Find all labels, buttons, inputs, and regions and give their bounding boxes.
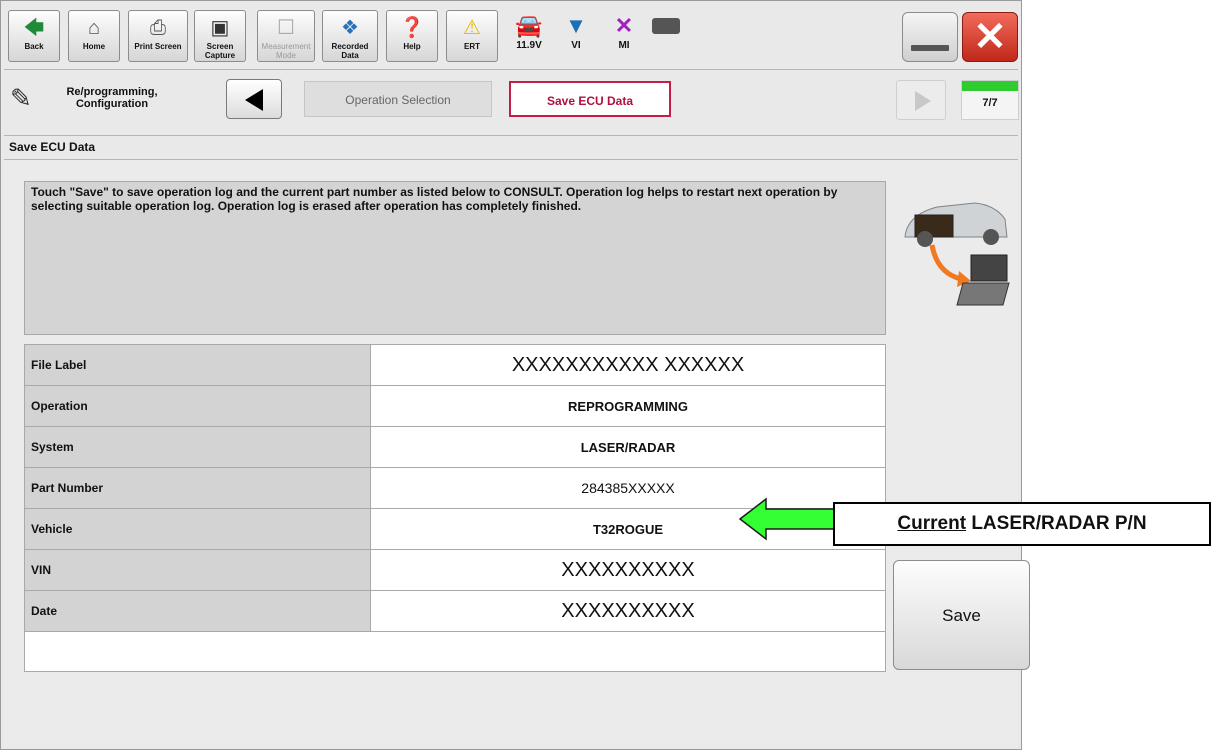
close-button[interactable]: ✕ [962, 12, 1018, 62]
help-button[interactable]: ❓ Help [386, 10, 438, 62]
file-label-value: XXXXXXXXXXX XXXXXX [370, 344, 886, 386]
row-label: System [24, 426, 371, 468]
step-operation-selection: Operation Selection [304, 81, 492, 117]
empty-cell [24, 631, 886, 672]
reprogramming-icon: ✎ [10, 83, 32, 113]
table-row: File Label XXXXXXXXXXX XXXXXX [24, 344, 886, 386]
table-row: Operation REPROGRAMMING [24, 385, 886, 427]
main-content: Touch "Save" to save operation log and t… [4, 159, 1018, 747]
next-step-button[interactable] [896, 80, 946, 120]
minimize-button[interactable] [902, 12, 958, 62]
annotation-text: LASER/RADAR P/N [966, 513, 1147, 534]
row-label: File Label [24, 344, 371, 386]
help-icon: ❓ [399, 17, 425, 39]
measurement-mode-button[interactable]: ☐ Measurement Mode [257, 10, 315, 62]
ert-button[interactable]: ⚠ ERT [446, 10, 498, 62]
progress-fill [962, 81, 1018, 91]
save-button[interactable]: Save [893, 560, 1030, 670]
home-button[interactable]: ⌂ Home [68, 10, 120, 62]
operation-value: REPROGRAMMING [370, 385, 886, 427]
left-arrow-icon [245, 89, 263, 111]
printer-icon: ⎙ [150, 17, 166, 39]
minimize-icon [911, 45, 949, 51]
row-label: Part Number [24, 467, 371, 509]
vi-status: ▼ VI [554, 12, 598, 51]
home-icon: ⌂ [87, 17, 101, 39]
breadcrumb: ✎ Re/programming, Configuration Operatio… [4, 69, 1019, 125]
row-label: Operation [24, 385, 371, 427]
recorded-data-button[interactable]: ❖ Recorded Data [322, 10, 378, 62]
table-row-empty [24, 631, 886, 672]
step-save-ecu-data: Save ECU Data [509, 81, 671, 117]
row-label: Date [24, 590, 371, 632]
page-title: Save ECU Data [4, 135, 1018, 157]
row-label: VIN [24, 549, 371, 591]
annotation-callout: Current LASER/RADAR P/N [833, 502, 1211, 546]
screen-capture-button[interactable]: ▣ Screen Capture [194, 10, 246, 62]
car-icon: 🚘 [515, 13, 543, 38]
battery-voltage-status: 🚘 11.9V [504, 12, 554, 51]
system-value: LASER/RADAR [370, 426, 886, 468]
back-button[interactable]: 🡄 Back [8, 10, 60, 62]
meter-icon: ☐ [277, 17, 295, 39]
consult-window: 🡄 Back ⌂ Home ⎙ Print Screen ▣ Screen Ca… [0, 0, 1022, 750]
instruction-message: Touch "Save" to save operation log and t… [24, 181, 886, 335]
row-label: Vehicle [24, 508, 371, 550]
annotation-arrow-icon [738, 497, 835, 541]
vin-value: XXXXXXXXXX [370, 549, 886, 591]
mi-status: ✕ MI [602, 12, 646, 51]
camera-icon: ▣ [210, 17, 230, 39]
vi-antenna-icon: ▼ [565, 13, 587, 38]
mode-label: Re/programming, Configuration [66, 86, 158, 110]
step-progress: 7/7 [961, 80, 1019, 120]
print-screen-button[interactable]: ⎙ Print Screen [128, 10, 188, 62]
table-row: Date XXXXXXXXXX [24, 590, 886, 632]
recorded-data-icon: ❖ [341, 17, 359, 39]
annotation-emphasis: Current [897, 513, 967, 534]
mi-disconnected-icon: ✕ [614, 13, 634, 38]
toolbar: 🡄 Back ⌂ Home ⎙ Print Screen ▣ Screen Ca… [4, 4, 1018, 68]
back-arrow-icon: 🡄 [23, 17, 45, 39]
previous-step-button[interactable] [226, 79, 282, 119]
device-icon [652, 18, 680, 34]
warning-icon: ⚠ [463, 17, 481, 39]
date-value: XXXXXXXXXX [370, 590, 886, 632]
right-arrow-icon [915, 91, 931, 111]
table-row: System LASER/RADAR [24, 426, 886, 468]
table-row: VIN XXXXXXXXXX [24, 549, 886, 591]
car-to-laptop-icon [904, 202, 1010, 306]
step-count: 7/7 [982, 97, 998, 109]
close-icon: ✕ [973, 15, 1007, 59]
